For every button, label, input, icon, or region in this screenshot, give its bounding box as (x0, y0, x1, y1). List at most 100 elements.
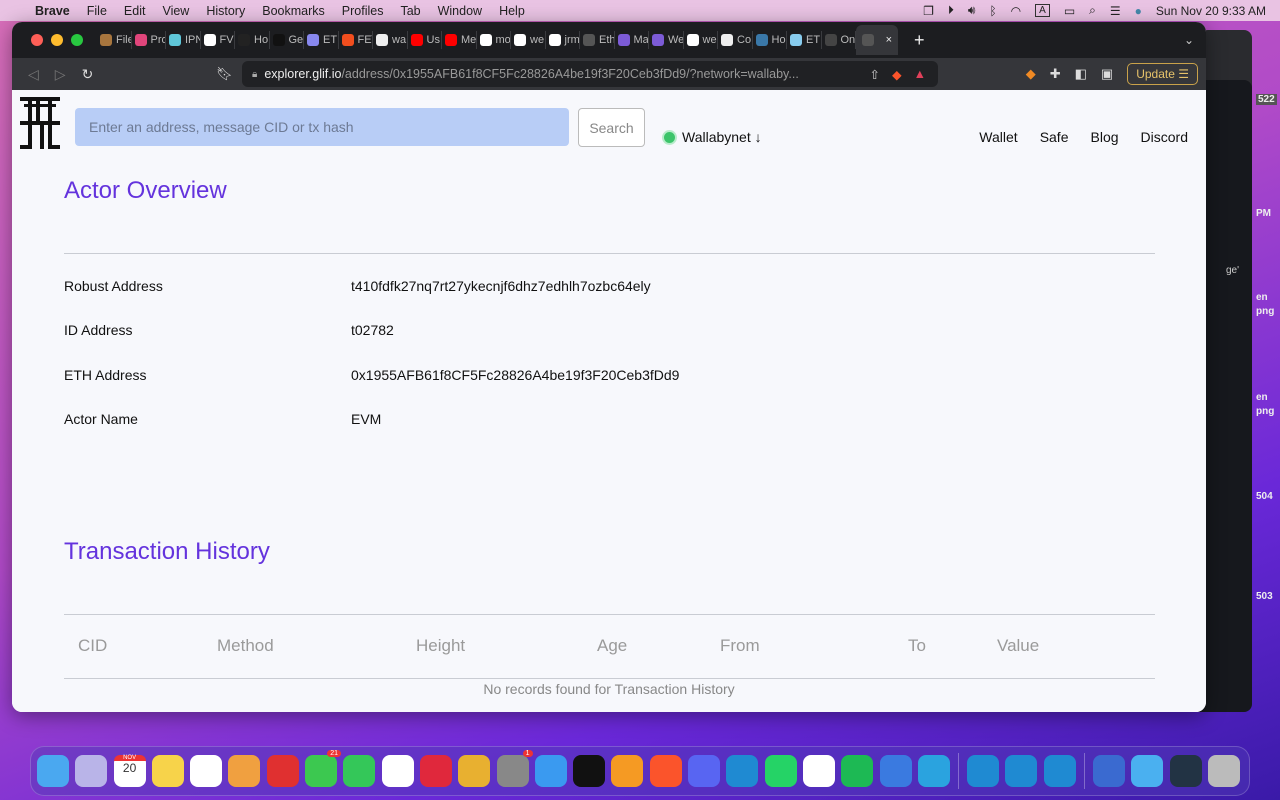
forward-button[interactable]: ▷ (55, 66, 66, 83)
tab[interactable]: we (684, 31, 718, 49)
brave-shields-icon[interactable]: ◆ (892, 67, 902, 82)
tab[interactable]: Ma (615, 31, 649, 49)
tab-search-chevron-icon[interactable]: ⌄ (1184, 33, 1194, 47)
trash-icon[interactable] (1207, 755, 1240, 787)
column-header-value[interactable]: Value (997, 636, 1039, 656)
sublime-text-icon[interactable] (611, 755, 644, 787)
tab[interactable]: Ho (235, 31, 270, 49)
tab[interactable]: File (97, 31, 132, 49)
nav-safe[interactable]: Safe (1040, 129, 1069, 145)
network-selector[interactable]: Wallabynet ↓ (662, 129, 762, 145)
tab[interactable]: IPN (166, 31, 201, 49)
vscode-icon[interactable] (726, 755, 759, 787)
whatsapp-icon[interactable] (764, 755, 797, 787)
bluetooth-icon[interactable]: ᛒ (989, 4, 996, 18)
menu-help[interactable]: Help (499, 4, 525, 18)
tab[interactable]: ETI (304, 31, 339, 49)
wifi-icon[interactable]: ◠ (1011, 4, 1021, 18)
tab[interactable]: Eth (580, 31, 615, 49)
search-button[interactable]: Search (578, 108, 645, 147)
messages-icon[interactable]: 21 (305, 750, 342, 787)
menu-bookmarks[interactable]: Bookmarks (262, 4, 325, 18)
vscode-icon[interactable] (1005, 755, 1038, 787)
battery-icon[interactable]: ▭ (1064, 4, 1075, 18)
column-header-cid[interactable]: CID (78, 636, 107, 656)
telegram-icon[interactable] (917, 755, 950, 787)
notion-icon[interactable] (802, 755, 835, 787)
finder-icon[interactable] (37, 755, 69, 787)
facetime-icon[interactable] (343, 755, 376, 787)
menu-app[interactable]: Brave (35, 4, 70, 18)
zoom-window-button[interactable] (71, 34, 83, 46)
column-header-method[interactable]: Method (217, 636, 274, 656)
spotlight-icon[interactable]: ⌕ (1089, 3, 1096, 18)
tab-close-icon[interactable]: × (886, 34, 892, 46)
tab[interactable]: Ho (753, 31, 787, 49)
tab[interactable]: ETI (787, 31, 822, 49)
calendar-icon[interactable]: NOV 20 (113, 755, 146, 787)
chrome-icon[interactable] (458, 755, 491, 787)
input-source-icon[interactable]: A (1035, 4, 1050, 17)
search-input[interactable] (75, 108, 569, 146)
tab[interactable]: Pro (132, 31, 166, 49)
launchpad-icon[interactable] (75, 755, 108, 787)
clock[interactable]: Sun Nov 20 9:33 AM (1156, 4, 1266, 18)
reload-button[interactable]: ↻ (82, 66, 94, 83)
brave-rewards-icon[interactable]: ▲ (914, 67, 926, 81)
update-button[interactable]: Update ☰ (1127, 63, 1198, 85)
menu-history[interactable]: History (206, 4, 245, 18)
tab[interactable]: On (822, 31, 856, 49)
play-icon[interactable]: ⏵ (948, 3, 954, 18)
spotify-icon[interactable] (841, 755, 874, 787)
tab[interactable]: FE\ (339, 31, 373, 49)
downloads-icon[interactable] (1131, 755, 1164, 787)
tab[interactable]: We (649, 31, 684, 49)
tab[interactable]: Me (442, 31, 477, 49)
tab[interactable]: wa (373, 31, 408, 49)
menu-profiles[interactable]: Profiles (342, 4, 384, 18)
back-button[interactable]: ◁ (28, 66, 39, 83)
photos-icon[interactable] (228, 755, 261, 787)
app-icon[interactable] (1093, 755, 1126, 787)
menu-file[interactable]: File (87, 4, 107, 18)
menu-tab[interactable]: Tab (400, 4, 420, 18)
tab-active[interactable]: × (856, 25, 898, 55)
system-preferences-icon[interactable]: 1 (496, 750, 533, 787)
column-header-from[interactable]: From (720, 636, 760, 656)
menu-window[interactable]: Window (438, 4, 482, 18)
new-tab-button[interactable]: + (914, 30, 925, 51)
wallet-icon[interactable]: ▣ (1101, 66, 1113, 82)
tab[interactable]: we (511, 31, 546, 49)
address-bar[interactable]: 🔒︎ explorer.glif.io /address/0x1955AFB61… (242, 61, 938, 87)
share-icon[interactable]: ⇧ (870, 67, 880, 82)
safari-icon[interactable] (534, 755, 567, 787)
close-window-button[interactable] (31, 34, 43, 46)
reminders-icon[interactable] (190, 755, 223, 787)
tab[interactable]: Ge (270, 31, 304, 49)
app-icon[interactable] (266, 755, 299, 787)
tab[interactable]: Co (718, 31, 753, 49)
menu-view[interactable]: View (162, 4, 189, 18)
siri-icon[interactable]: ● (1135, 4, 1142, 18)
minimize-window-button[interactable] (51, 34, 63, 46)
terminal-icon[interactable] (573, 755, 606, 787)
nav-discord[interactable]: Discord (1141, 129, 1188, 145)
xcode-icon[interactable] (879, 755, 912, 787)
tab[interactable]: Us (408, 31, 442, 49)
brave-icon[interactable] (649, 755, 682, 787)
screen-mirror-icon[interactable]: ❐ (923, 4, 934, 18)
column-header-age[interactable]: Age (597, 636, 627, 656)
nav-wallet[interactable]: Wallet (979, 129, 1017, 145)
control-center-icon[interactable]: ☰ (1110, 4, 1121, 18)
glif-logo[interactable] (20, 97, 60, 149)
bookmark-icon[interactable]: 🔖︎ (216, 66, 233, 82)
vscode-icon[interactable] (967, 755, 1000, 787)
extensions-icon[interactable]: ✚ (1050, 66, 1061, 82)
menu-edit[interactable]: Edit (124, 4, 146, 18)
volume-icon[interactable]: 🔊︎ (968, 3, 976, 18)
vscode-icon[interactable] (1043, 755, 1076, 787)
notes-icon[interactable] (151, 755, 184, 787)
tab[interactable]: FVI (201, 31, 235, 49)
tab[interactable]: mo (477, 31, 511, 49)
nav-blog[interactable]: Blog (1091, 129, 1119, 145)
